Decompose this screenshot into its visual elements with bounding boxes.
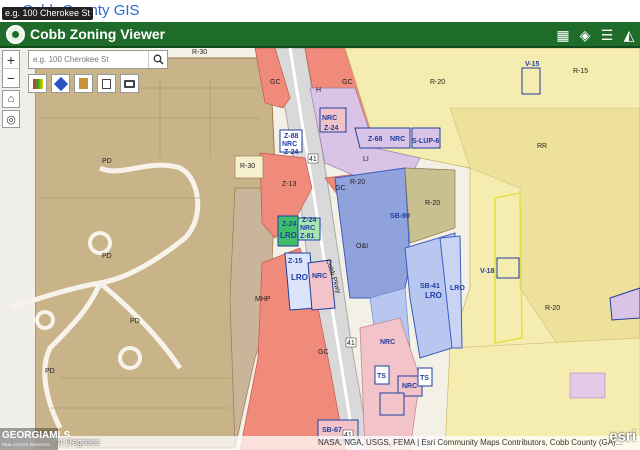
zone-label: SB-67 (322, 427, 342, 434)
zone-label: PD (45, 368, 55, 375)
zone-label: Z-81 (300, 233, 315, 240)
zone-label: Z-24 (282, 221, 297, 228)
zone-label: PD (102, 158, 112, 165)
zone-nrc-east[interactable] (569, 372, 606, 399)
zone-label: R-15 (573, 68, 588, 75)
zoning-map: R-30 GC GC H NRC Z-24 Z-88 NRC Z-68 NRC … (0, 48, 640, 450)
home-button[interactable]: ⌂ (2, 90, 20, 108)
zone-label: Z-24 (284, 149, 299, 156)
zone-label: LRO (450, 285, 465, 292)
zone-label: LRO (291, 273, 308, 282)
zone-label: Z-13 (282, 181, 297, 188)
zone-label: S-LUP-6 (412, 138, 439, 145)
zone-label: GC (270, 79, 281, 86)
zone-label: V-15 (525, 61, 540, 68)
home-icon: ⌂ (7, 93, 15, 105)
zone-label: Z-24 (302, 217, 317, 224)
address-search (28, 50, 168, 69)
bookmark-button[interactable] (74, 74, 93, 93)
map-widgets (28, 74, 139, 93)
georgia-mls-subtitle: REAL ESTATE SERVICES (2, 442, 50, 447)
georgia-mls-badge: GEORGIAMLS REAL ESTATE SERVICES (0, 428, 70, 450)
zone-label: TS (420, 375, 429, 382)
search-tooltip: e.g. 100 Cherokee St (2, 7, 94, 20)
zone-label: R-20 (430, 79, 445, 86)
degrees-badge: 4 Degrees (58, 437, 100, 447)
print-icon (124, 79, 135, 88)
esri-logo: esri (609, 428, 636, 445)
copy-button[interactable] (97, 74, 116, 93)
zone-label: R-30 (240, 163, 255, 170)
zone-label: SB-90 (390, 213, 410, 220)
browser-strip: Cobb County GIS e.g. 100 Cherokee St (0, 0, 640, 22)
zone-label: R-20 (425, 200, 440, 207)
zone-label: LI (363, 156, 369, 163)
map-left-strip (0, 48, 35, 450)
zone-label: GC (335, 185, 346, 192)
zone-label: R-30 (192, 49, 207, 56)
zone-label: Z-24 (324, 125, 339, 132)
zone-label: NRC (300, 225, 315, 232)
route-label: 41 (347, 340, 355, 347)
zone-label: Z-68 (368, 136, 383, 143)
zone-label: MHP (255, 296, 271, 303)
attribution-text: NASA, NGA, USGS, FEMA | Esri Community M… (318, 438, 623, 447)
layers-icon[interactable]: ◈ (574, 22, 596, 48)
draw-button[interactable] (28, 74, 47, 93)
print-button[interactable] (120, 74, 139, 93)
zoom-out-button[interactable]: − (3, 69, 19, 87)
measure-icon (53, 76, 68, 91)
zone-label: GC (318, 349, 329, 356)
locate-button[interactable]: ◎ (2, 110, 20, 128)
app-title: Cobb Zoning Viewer (30, 26, 166, 42)
zone-label: NRC (380, 339, 395, 346)
search-icon (153, 54, 164, 65)
graduation-cap-icon[interactable]: ◭ (618, 22, 640, 48)
zone-label: H (316, 87, 321, 94)
map-view[interactable]: R-30 GC GC H NRC Z-24 Z-88 NRC Z-68 NRC … (0, 48, 640, 450)
basemap-gallery-icon[interactable]: ▦ (552, 22, 574, 48)
legend-icon[interactable]: ☰ (596, 22, 618, 48)
zone-label: O&I (356, 243, 368, 250)
zone-label: LRO (425, 291, 442, 300)
zone-nrc-box-south2[interactable] (379, 392, 405, 416)
bookmark-icon (79, 78, 88, 89)
measure-button[interactable] (51, 74, 70, 93)
search-input[interactable] (29, 51, 149, 68)
zone-label: V-18 (480, 268, 495, 275)
header-toolbar: ▦ ◈ ☰ ◭ (552, 22, 640, 48)
zone-label: Z-15 (288, 258, 303, 265)
zone-label: GC (342, 79, 353, 86)
zone-label: PD (130, 318, 140, 325)
zone-label: NRC (402, 383, 417, 390)
search-button[interactable] (148, 51, 167, 68)
zoom-control: + − (2, 50, 20, 88)
locate-icon: ◎ (6, 113, 16, 126)
zone-label: RR (537, 143, 547, 150)
zone-label: TS (377, 373, 386, 380)
zone-label: R-20 (545, 305, 560, 312)
zone-label: NRC (312, 273, 327, 280)
zone-label: LRO (280, 231, 297, 240)
zone-label: PD (102, 253, 112, 260)
zone-label: R-20 (350, 179, 365, 186)
zone-label: NRC (390, 136, 405, 143)
copy-icon (102, 78, 111, 89)
route-label: 41 (309, 156, 317, 163)
cobb-county-logo-icon (6, 25, 25, 44)
draw-icon (32, 78, 43, 89)
zone-label: NRC (322, 115, 337, 122)
app-header: Cobb Zoning Viewer ▦ ◈ ☰ ◭ (0, 22, 640, 48)
zoom-in-button[interactable]: + (3, 51, 19, 69)
zone-label: NRC (282, 141, 297, 148)
zone-label: Z-88 (284, 133, 299, 140)
zone-label: SB-41 (420, 283, 440, 290)
